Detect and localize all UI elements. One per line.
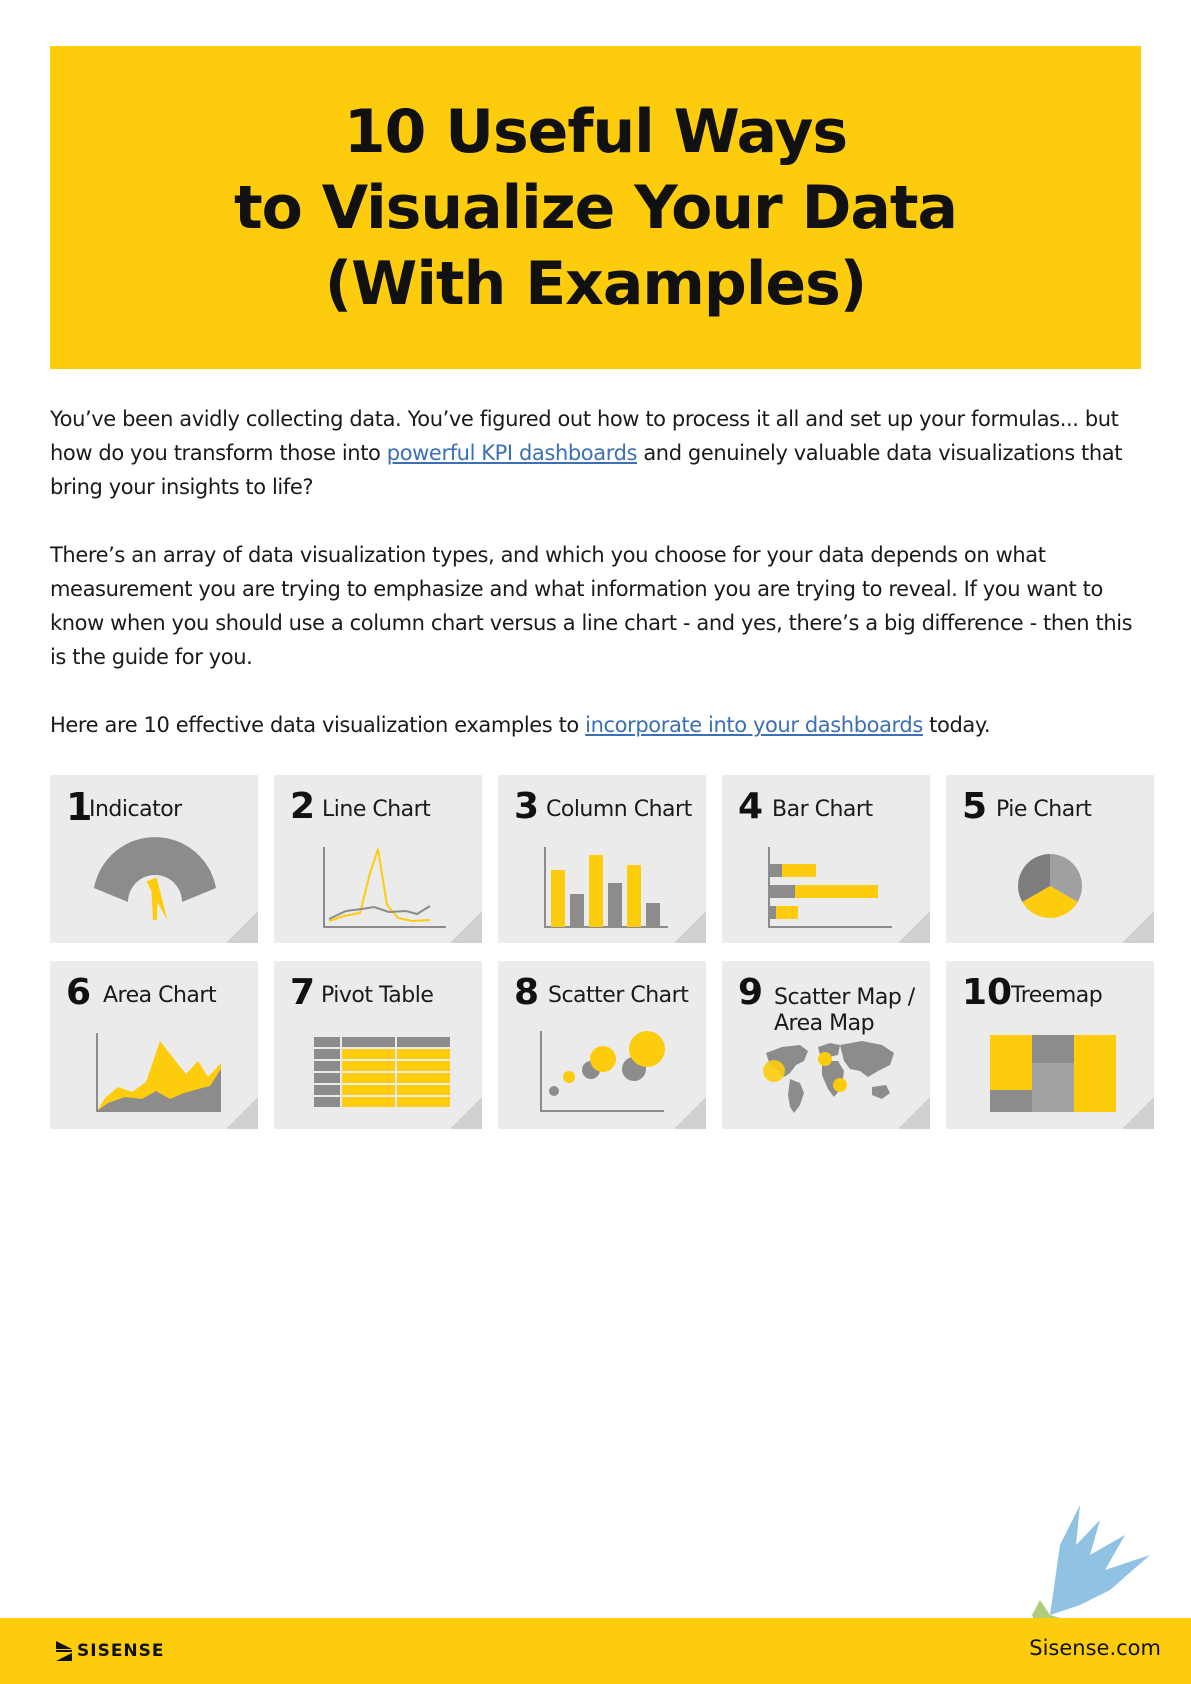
card-line-chart: 2 Line Chart xyxy=(274,775,482,943)
intro-p3-text-b: today. xyxy=(922,713,991,737)
footer-url-link[interactable]: Sisense.com xyxy=(1029,1636,1161,1660)
card-area-chart: 6 Area Chart xyxy=(50,961,258,1129)
title-line-3: (With Examples) xyxy=(324,248,868,319)
intro-paragraph-2: There’s an array of data visualization t… xyxy=(50,543,1133,669)
card-indicator: 1 Indicator xyxy=(50,775,258,943)
intro-paragraph-3: Here are 10 effective data visualization… xyxy=(50,708,1150,742)
card-scatter-map: 9 Scatter Map / Area Map xyxy=(722,961,930,1129)
card-pie-chart: 5 Pie Chart xyxy=(946,775,1154,943)
kpi-dashboards-link[interactable]: powerful KPI dashboards xyxy=(387,441,638,465)
intro-text: You’ve been avidly collecting data. You’… xyxy=(50,402,1150,776)
title-line-1: 10 Useful Ways xyxy=(343,96,848,167)
title-banner: 10 Useful Ways to Visualize Your Data (W… xyxy=(50,46,1141,369)
page-title: 10 Useful Ways to Visualize Your Data (W… xyxy=(233,94,958,322)
intro-paragraph-1: You’ve been avidly collecting data. You’… xyxy=(50,402,1150,504)
card-bar-chart: 4 Bar Chart xyxy=(722,775,930,943)
sisense-logo[interactable]: SISENSE xyxy=(54,1638,165,1664)
card-scatter-chart: 8 Scatter Chart xyxy=(498,961,706,1129)
card-pivot-table: 7 Pivot Table xyxy=(274,961,482,1129)
sisense-mark-icon xyxy=(56,1641,72,1661)
footer-bar xyxy=(0,1618,1191,1684)
card-column-chart: 3 Column Chart xyxy=(498,775,706,943)
incorporate-dashboards-link[interactable]: incorporate into your dashboards xyxy=(585,713,923,737)
card-treemap: 10 Treemap xyxy=(946,961,1154,1129)
sisense-logo-text: SISENSE xyxy=(77,1641,165,1661)
title-line-2: to Visualize Your Data xyxy=(233,172,958,243)
intro-p3-text-a: Here are 10 effective data visualization… xyxy=(50,713,586,737)
